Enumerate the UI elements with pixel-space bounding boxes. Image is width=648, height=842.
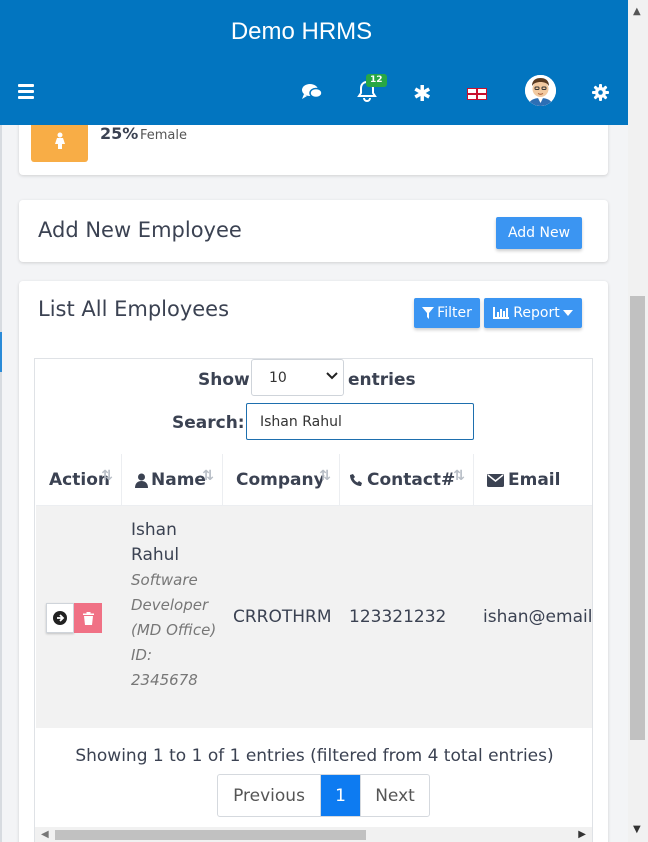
column-header-action[interactable]: Action ⇅ xyxy=(36,454,122,506)
employee-name: Ishan Rahul xyxy=(131,520,180,565)
notification-badge: 12 xyxy=(366,74,387,87)
vertical-scroll-thumb[interactable] xyxy=(630,296,645,740)
add-employee-card: Add New Employee Add New xyxy=(19,200,608,262)
employee-contact: 123321232 xyxy=(349,607,447,627)
chat-icon[interactable] xyxy=(301,83,323,100)
next-page-button[interactable]: Next xyxy=(360,775,429,816)
employee-details: Software Developer (MD Office) ID: 23456… xyxy=(131,568,221,693)
row-actions xyxy=(46,603,102,633)
brand-title[interactable]: Demo HRMS xyxy=(0,18,603,46)
show-label: Show xyxy=(198,370,250,390)
employee-email[interactable]: ishan@email.com xyxy=(483,607,592,627)
horizontal-scroll-thumb[interactable] xyxy=(55,830,366,840)
user-avatar[interactable] xyxy=(525,75,556,106)
female-label: Female xyxy=(140,128,188,143)
column-header-label: Contact# xyxy=(367,470,456,490)
hamburger-menu-icon[interactable] xyxy=(18,84,36,100)
page-viewport: 25% Female Add New Employee Add New List… xyxy=(0,0,628,842)
page-length-value: 10 xyxy=(269,369,287,386)
column-header-name[interactable]: Name ⇅ xyxy=(122,454,223,506)
employee-role: Software Developer (MD Office) xyxy=(131,571,217,639)
scroll-down-icon[interactable]: ▼ xyxy=(633,824,641,835)
table-horizontal-scrollbar[interactable]: ◀ ▶ xyxy=(35,827,592,842)
report-button-label: Report xyxy=(513,305,560,321)
table-row: Ishan Rahul Software Developer (MD Offic… xyxy=(36,506,592,728)
sort-icon: ⇅ xyxy=(453,468,465,484)
add-new-button[interactable]: Add New xyxy=(496,217,582,249)
sort-icon: ⇅ xyxy=(319,468,331,484)
employee-id: ID: 2345678 xyxy=(131,646,198,689)
gear-icon[interactable] xyxy=(592,84,609,101)
previous-page-button[interactable]: Previous xyxy=(218,775,321,816)
bar-chart-icon xyxy=(493,307,510,319)
arrow-circle-right-icon xyxy=(53,611,67,625)
current-page-button[interactable]: 1 xyxy=(321,775,360,816)
column-header-label: Name xyxy=(151,470,206,490)
envelope-icon xyxy=(487,473,504,487)
page-length-select[interactable]: 10 xyxy=(251,359,344,396)
column-header-contact[interactable]: Contact# ⇅ xyxy=(340,454,474,506)
scroll-right-icon[interactable]: ▶ xyxy=(578,829,586,840)
pagination: Previous 1 Next xyxy=(217,774,430,817)
employee-list-card: List All Employees Filter Report Show 10… xyxy=(19,281,608,842)
page-vertical-scrollbar[interactable]: ▲ ▼ xyxy=(628,0,648,842)
search-input[interactable] xyxy=(246,403,474,440)
column-header-company[interactable]: Company ⇅ xyxy=(223,454,340,506)
asterisk-icon[interactable]: ✱ xyxy=(413,82,431,107)
caret-down-icon xyxy=(562,310,573,316)
entries-label: entries xyxy=(348,370,416,390)
user-icon xyxy=(135,473,148,488)
table-info: Showing 1 to 1 of 1 entries (filtered fr… xyxy=(75,746,554,766)
phone-icon xyxy=(350,473,362,486)
delete-button[interactable] xyxy=(74,603,102,633)
filter-icon xyxy=(422,307,435,319)
scroll-up-icon[interactable]: ▲ xyxy=(633,6,641,17)
sort-icon: ⇅ xyxy=(101,468,113,484)
search-label: Search: xyxy=(172,413,245,433)
scroll-left-icon[interactable]: ◀ xyxy=(41,829,49,840)
sidebar-edge xyxy=(0,125,2,842)
employee-company: CRROTHRM xyxy=(233,607,332,627)
employee-table-wrapper: Show 10 entries Search: Action ⇅ Name ⇅ xyxy=(34,358,593,842)
view-button[interactable] xyxy=(46,603,74,633)
chevron-down-icon xyxy=(326,372,338,380)
table-header: Action ⇅ Name ⇅ Company ⇅ Contact# ⇅ Ema… xyxy=(36,454,592,506)
female-percent: 25% xyxy=(100,124,139,143)
column-header-label: Company xyxy=(236,470,325,490)
add-employee-title: Add New Employee xyxy=(38,218,242,242)
report-dropdown-button[interactable]: Report xyxy=(484,298,582,328)
column-header-email[interactable]: Email xyxy=(474,454,592,506)
employee-list-title: List All Employees xyxy=(38,297,230,321)
female-icon xyxy=(31,119,88,162)
column-header-label: Email xyxy=(508,470,561,490)
filter-button-label: Filter xyxy=(437,305,472,321)
top-navbar: Demo HRMS 12 ✱ xyxy=(0,0,628,125)
sort-icon: ⇅ xyxy=(202,468,214,484)
filter-button[interactable]: Filter xyxy=(414,298,480,328)
language-flag-icon[interactable] xyxy=(467,88,487,100)
trash-icon xyxy=(82,611,94,625)
sidebar-edge-accent xyxy=(0,332,2,372)
